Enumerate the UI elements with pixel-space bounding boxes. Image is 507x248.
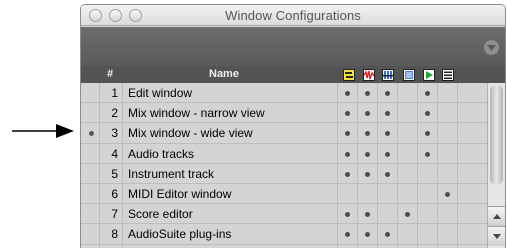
table-row[interactable]: 1 Edit window	[81, 83, 505, 104]
vertical-scrollbar[interactable]	[487, 83, 505, 248]
table-row[interactable]: 4 Audio tracks	[81, 144, 505, 164]
setting-included-dot	[384, 91, 390, 96]
row-name: MIDI Editor window	[128, 186, 232, 201]
setting-included-dot	[404, 212, 410, 218]
row-name: Edit window	[128, 86, 193, 100]
list-icon[interactable]	[442, 69, 454, 81]
setting-included-dot	[344, 91, 350, 96]
setting-included-dot	[344, 151, 350, 157]
setting-included-dot	[384, 131, 390, 137]
transport-play-icon[interactable]	[423, 69, 435, 81]
setting-included-dot	[364, 91, 370, 96]
column-header-number[interactable]: #	[107, 68, 113, 80]
arrow-up-icon	[492, 214, 501, 219]
configurations-list: 1 Edit window 2 Mix window - narrow view 3…	[81, 83, 505, 245]
setting-included-dot	[344, 171, 350, 177]
row-number: 8	[111, 227, 118, 242]
setting-included-dot	[384, 171, 390, 177]
table-row[interactable]: 2 Mix window - narrow view	[81, 103, 505, 124]
arrow-down-icon	[492, 234, 501, 239]
setting-included-dot	[444, 191, 450, 197]
scroll-down-button[interactable]	[488, 226, 505, 246]
row-number: 2	[111, 106, 118, 121]
mixer-faders-icon[interactable]	[382, 69, 394, 81]
row-name: Instrument track	[128, 166, 215, 181]
chevron-down-icon	[487, 44, 496, 51]
setting-included-dot	[364, 151, 370, 157]
row-number: 6	[111, 186, 118, 201]
row-name: AudioSuite plug-ins	[128, 227, 232, 242]
score-icon[interactable]	[403, 69, 415, 81]
row-number: 5	[111, 166, 118, 181]
edit-window-icon[interactable]	[343, 69, 355, 81]
table-header: # Name	[81, 66, 505, 83]
window-title: Window Configurations	[225, 8, 361, 23]
setting-included-dot	[344, 232, 350, 238]
row-number: 4	[111, 146, 118, 161]
setting-included-dot	[384, 111, 390, 117]
scrollbar-thumb[interactable]	[490, 85, 503, 185]
setting-included-dot	[424, 151, 430, 157]
setting-included-dot	[364, 131, 370, 137]
window-configurations-window: Window Configurations # Name 1 Edit wind…	[80, 4, 506, 248]
setting-included-dot	[364, 212, 370, 218]
options-menu-button[interactable]	[484, 40, 499, 55]
table-row[interactable]: 6 MIDI Editor window	[81, 184, 505, 205]
toolbar	[81, 27, 505, 66]
setting-included-dot	[424, 91, 430, 96]
column-header-name[interactable]: Name	[209, 68, 239, 80]
row-number: 7	[111, 207, 118, 222]
table-row[interactable]: 5 Instrument track	[81, 164, 505, 184]
setting-included-dot	[344, 131, 350, 137]
setting-included-dot	[364, 111, 370, 117]
scroll-up-button[interactable]	[488, 206, 505, 226]
setting-included-dot	[384, 232, 390, 238]
setting-included-dot	[424, 131, 430, 137]
setting-included-dot	[364, 232, 370, 238]
table-row[interactable]: 7 Score editor	[81, 204, 505, 225]
row-number: 1	[111, 86, 118, 100]
setting-included-dot	[384, 151, 390, 157]
mix-window-icon[interactable]	[363, 69, 375, 81]
setting-included-dot	[344, 212, 350, 218]
row-name: Mix window - narrow view	[128, 106, 265, 121]
row-name: Audio tracks	[128, 146, 195, 161]
row-name: Mix window - wide view	[128, 126, 253, 141]
setting-included-dot	[424, 111, 430, 117]
table-row[interactable]: 8 AudioSuite plug-ins	[81, 224, 505, 245]
title-bar[interactable]: Window Configurations	[81, 5, 505, 26]
row-name: Score editor	[128, 207, 193, 222]
callout-arrow	[12, 124, 74, 138]
table-row[interactable]: 3 Mix window - wide view	[81, 123, 505, 144]
setting-included-dot	[344, 111, 350, 117]
setting-included-dot	[364, 171, 370, 177]
row-number: 3	[111, 126, 118, 141]
